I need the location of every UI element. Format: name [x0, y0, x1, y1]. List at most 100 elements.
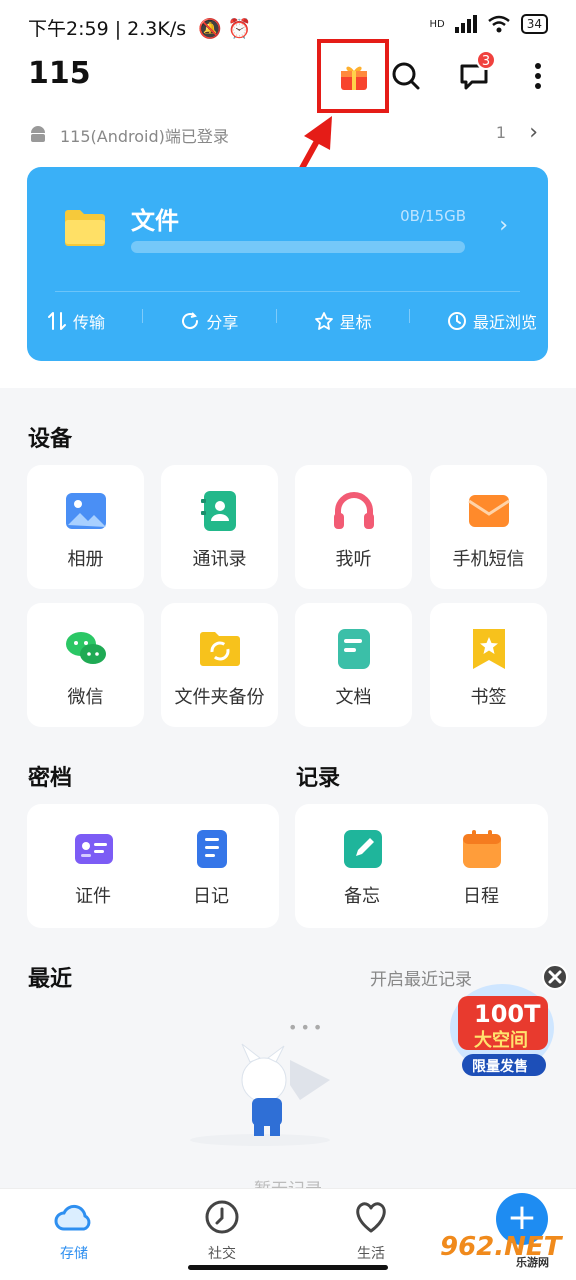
promo-tag: 限量发售 [472, 1059, 528, 1075]
wifi-icon [487, 15, 510, 33]
vault-section-title: 密档 [28, 766, 73, 791]
promo-close-button[interactable] [542, 964, 568, 990]
tile-wechat[interactable]: 微信 [27, 603, 144, 727]
tile-label: 微信 [67, 687, 104, 708]
calendar-label: 日程 [463, 886, 499, 907]
share-label: 分享 [206, 313, 239, 332]
tile-sms[interactable]: 手机短信 [430, 465, 547, 589]
diary-label: 日记 [193, 886, 229, 907]
starred-button[interactable]: 星标 [314, 309, 372, 333]
vault-panel: 证件 日记 [27, 804, 279, 928]
tile-contacts[interactable]: 通讯录 [161, 465, 278, 589]
android-icon [31, 126, 45, 142]
share-icon [182, 312, 199, 330]
nav-item-storage[interactable]: 存储 [34, 1199, 114, 1263]
alarm-icon: ⏰ [227, 18, 252, 40]
calendar-icon [463, 830, 501, 868]
devices-section-title: 设备 [28, 427, 73, 452]
promo-subline: 大空间 [474, 1030, 528, 1051]
tile-music[interactable]: 我听 [295, 465, 412, 589]
tile-label: 手机短信 [452, 549, 525, 570]
share-button[interactable]: 分享 [180, 309, 238, 333]
close-icon [548, 970, 562, 984]
tile-documents[interactable]: 文档 [295, 603, 412, 727]
folder-icon [65, 210, 105, 246]
chevron-right-icon: › [499, 213, 508, 238]
action-separator [408, 309, 410, 323]
star-icon [314, 312, 333, 330]
status-time: 下午2:59 [28, 18, 109, 40]
bookmark-icon [473, 629, 505, 669]
files-quota: 0B/15GB [400, 207, 466, 225]
files-title: 文件 [131, 207, 179, 235]
tile-label: 通讯录 [192, 549, 247, 570]
login-notice-text: 115(Android)端已登录 [60, 127, 229, 146]
action-separator [142, 309, 144, 323]
nav-item-life[interactable]: 生活 [331, 1199, 411, 1263]
records-panel: 备忘 日程 [295, 804, 548, 928]
login-count: 1 [495, 123, 506, 142]
tile-label: 文件夹备份 [174, 687, 265, 708]
wechat-icon [66, 632, 106, 664]
contacts-icon [201, 491, 236, 531]
nav-item-social[interactable]: 社交 [182, 1199, 262, 1263]
recent-section-title: 最近 [28, 967, 73, 992]
message-badge: 3 [476, 50, 496, 70]
status-bar: 下午2:59 | 2.3K/s 🔕 ⏰ HD 34 [0, 0, 576, 54]
status-right: HD 34 [429, 14, 548, 34]
battery-indicator: 34 [520, 14, 548, 34]
cloud-icon [54, 1204, 91, 1231]
app-title: 115 [28, 56, 91, 91]
diary-button[interactable]: 日记 [161, 804, 261, 914]
memo-button[interactable]: 备忘 [312, 804, 412, 914]
action-separator [275, 309, 277, 323]
search-icon [392, 62, 420, 90]
mute-icon: 🔕 [198, 18, 222, 40]
id-card-icon [75, 834, 113, 864]
tile-label: 相册 [67, 549, 104, 570]
more-menu-button[interactable] [518, 56, 558, 96]
promo-headline: 100T [474, 1000, 541, 1028]
clock-icon [447, 312, 466, 330]
id-card-label: 证件 [75, 886, 111, 907]
network-label: HD [429, 18, 445, 30]
nav-label-storage: 存储 [60, 1246, 88, 1262]
clock-compass-icon [205, 1200, 239, 1234]
tile-photo-album[interactable]: 相册 [27, 465, 144, 589]
status-speed: 2.3K/s [127, 18, 187, 40]
recent-browse-button[interactable]: 最近浏览 [447, 309, 537, 333]
tile-label: 我听 [335, 549, 372, 570]
calendar-button[interactable]: 日程 [431, 804, 531, 914]
loading-dots: ••• [288, 1018, 326, 1037]
transfer-icon [48, 312, 66, 330]
transfer-button[interactable]: 传输 [47, 309, 105, 333]
chevron-right-icon: › [529, 120, 538, 145]
watermark-sub: 乐游网 [516, 1256, 549, 1269]
id-card-button[interactable]: 证件 [43, 804, 143, 914]
headphones-icon [334, 492, 374, 529]
home-indicator [188, 1265, 388, 1270]
tile-label: 书签 [470, 687, 507, 708]
promo-banner[interactable]: 100T 大空间 限量发售 [446, 960, 568, 1080]
photo-album-icon [66, 493, 106, 529]
search-button[interactable] [386, 56, 426, 96]
watermark-logo: 962.NET 乐游网 [440, 1232, 570, 1272]
card-divider [55, 291, 520, 292]
gift-button[interactable] [334, 56, 374, 96]
records-section-title: 记录 [296, 766, 341, 791]
empty-state-illustration [190, 1043, 330, 1146]
memo-icon [344, 830, 382, 868]
recent-browse-label: 最近浏览 [472, 313, 537, 332]
heart-icon [356, 1202, 386, 1233]
transfer-label: 传输 [73, 313, 106, 332]
tile-bookmarks[interactable]: 书签 [430, 603, 547, 727]
memo-label: 备忘 [344, 886, 380, 907]
status-left: 下午2:59 | 2.3K/s 🔕 ⏰ [28, 18, 252, 40]
more-vertical-icon [535, 63, 541, 89]
tile-folder-backup[interactable]: 文件夹备份 [161, 603, 278, 727]
signal-icon [454, 15, 477, 33]
gift-icon [341, 66, 367, 90]
files-card[interactable]: 文件 0B/15GB › 传输 分享 星标 最近浏览 [27, 167, 548, 361]
messages-button[interactable]: 3 [454, 50, 496, 96]
files-actions: 传输 分享 星标 最近浏览 [47, 309, 537, 333]
